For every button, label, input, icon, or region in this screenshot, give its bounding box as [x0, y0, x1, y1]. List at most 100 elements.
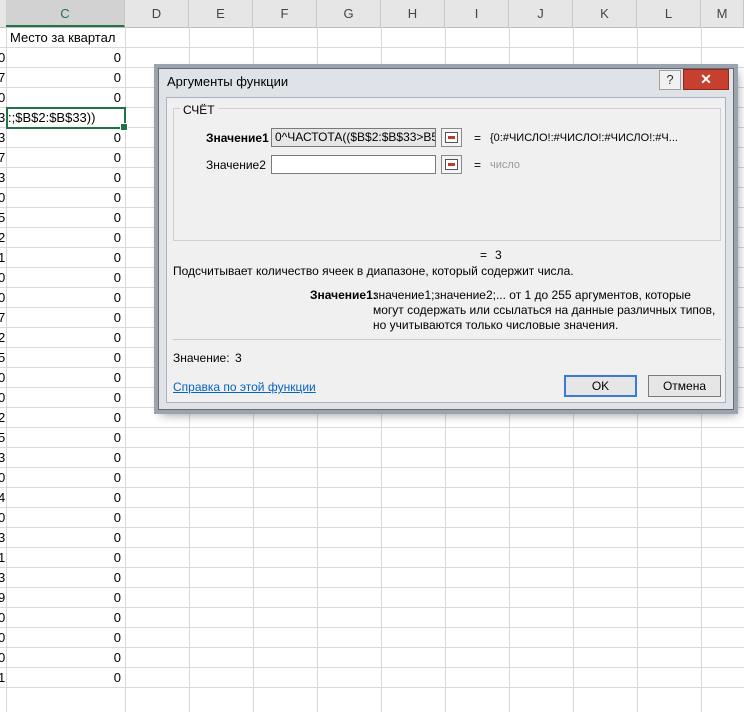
cell-value[interactable]: 0: [7, 188, 124, 207]
ok-button[interactable]: OK: [564, 375, 637, 397]
row-number[interactable]: 2: [0, 228, 6, 247]
cell-value[interactable]: 0: [7, 568, 124, 587]
cell-c1-header[interactable]: Место за квартал: [7, 28, 124, 47]
row-number[interactable]: 0: [0, 608, 6, 627]
row-number[interactable]: 0: [0, 388, 6, 407]
cell-value[interactable]: 0: [7, 668, 124, 687]
row-number[interactable]: 3: [0, 168, 6, 187]
row-number[interactable]: 0: [0, 368, 6, 387]
row-number[interactable]: 0: [0, 268, 6, 287]
cell-value[interactable]: 0: [7, 628, 124, 647]
row-number[interactable]: 7: [0, 308, 6, 327]
row-number[interactable]: 5: [0, 428, 6, 447]
row-number[interactable]: 0: [0, 188, 6, 207]
row-number[interactable]: 0: [0, 288, 6, 307]
column-header-c[interactable]: C: [6, 0, 125, 27]
close-button[interactable]: ✕: [683, 69, 729, 90]
row-number[interactable]: 5: [0, 208, 6, 227]
table-row: 90: [0, 588, 744, 608]
cancel-button[interactable]: Отмена: [648, 375, 721, 397]
cell-value[interactable]: 0: [7, 648, 124, 667]
function-group: СЧЁТ Значение1 0^ЧАСТОТА(($B$2:$B$33>B5)…: [173, 103, 721, 241]
arg1-label: Значение1: [206, 131, 269, 145]
function-help-link[interactable]: Справка по этой функции: [173, 380, 316, 394]
dialog-body: СЧЁТ Значение1 0^ЧАСТОТА(($B$2:$B$33>B5)…: [166, 97, 726, 403]
column-header-e[interactable]: E: [189, 0, 253, 27]
help-button[interactable]: ?: [659, 70, 681, 90]
row-number[interactable]: 1: [0, 668, 6, 687]
row-number[interactable]: 7: [0, 68, 6, 87]
active-cell[interactable]: :;$B$2:$B$33)): [6, 107, 128, 131]
cell-value[interactable]: 0: [7, 48, 124, 67]
cell-value[interactable]: 0: [7, 148, 124, 167]
table-row: 00: [0, 48, 744, 68]
column-header-i[interactable]: I: [445, 0, 509, 27]
row-number[interactable]: 0: [0, 628, 6, 647]
arg-desc-text: значение1;значение2;... от 1 до 255 аргу…: [373, 288, 716, 332]
function-description: Подсчитывает количество ячеек в диапазон…: [173, 264, 574, 278]
column-header-k[interactable]: K: [573, 0, 637, 27]
row-number[interactable]: 3: [0, 568, 6, 587]
column-header-d[interactable]: D: [125, 0, 189, 27]
table-row: 00: [0, 508, 744, 528]
cell-value[interactable]: 0: [7, 428, 124, 447]
row-number[interactable]: 0: [0, 468, 6, 487]
cell-value[interactable]: 0: [7, 528, 124, 547]
arg2-label: Значение2: [206, 158, 266, 172]
cell-value[interactable]: 0: [7, 588, 124, 607]
value-label: Значение:: [173, 351, 230, 365]
cell-value[interactable]: 0: [7, 328, 124, 347]
row-number[interactable]: 0: [0, 88, 6, 107]
arg1-equals: =: [474, 131, 482, 145]
arg2-result: число: [490, 159, 521, 171]
cell-value[interactable]: 0: [7, 288, 124, 307]
cell-value[interactable]: 0: [7, 128, 124, 147]
cell-value[interactable]: 0: [7, 268, 124, 287]
arg2-input[interactable]: [271, 155, 436, 174]
row-number[interactable]: 2: [0, 328, 6, 347]
column-header-g[interactable]: G: [317, 0, 381, 27]
row-number[interactable]: 7: [0, 148, 6, 167]
column-header-j[interactable]: J: [509, 0, 573, 27]
cell-value[interactable]: 0: [7, 368, 124, 387]
row-number[interactable]: 0: [0, 648, 6, 667]
fill-handle[interactable]: [120, 123, 128, 131]
row-number[interactable]: 2: [0, 408, 6, 427]
row-number[interactable]: 1: [0, 548, 6, 567]
cell-value[interactable]: 0: [7, 68, 124, 87]
arg2-collapse-button[interactable]: [441, 155, 462, 174]
cell-value[interactable]: 0: [7, 468, 124, 487]
cell-value[interactable]: 0: [7, 408, 124, 427]
row-number[interactable]: 3: [0, 528, 6, 547]
cell-value[interactable]: 0: [7, 228, 124, 247]
cell-value[interactable]: 0: [7, 88, 124, 107]
arg1-input[interactable]: 0^ЧАСТОТА(($B$2:$B$33>B5)*$: [271, 128, 436, 147]
column-header-h[interactable]: H: [381, 0, 445, 27]
row-number[interactable]: 3: [0, 448, 6, 467]
table-row: 00: [0, 608, 744, 628]
formula-equals: =: [480, 248, 488, 262]
row-number[interactable]: 5: [0, 348, 6, 367]
row-number[interactable]: 1: [0, 248, 6, 267]
row-number[interactable]: 4: [0, 488, 6, 507]
arg1-collapse-button[interactable]: [441, 128, 462, 147]
column-header-l[interactable]: L: [637, 0, 701, 27]
row-number[interactable]: 0: [0, 508, 6, 527]
cell-value[interactable]: 0: [7, 388, 124, 407]
cell-value[interactable]: 0: [7, 508, 124, 527]
column-header-f[interactable]: F: [253, 0, 317, 27]
column-header-m[interactable]: M: [701, 0, 744, 27]
row-number[interactable]: 0: [0, 48, 6, 67]
cell-value[interactable]: 0: [7, 308, 124, 327]
cell-value[interactable]: 0: [7, 488, 124, 507]
cell-value[interactable]: 0: [7, 248, 124, 267]
cell-value[interactable]: 0: [7, 548, 124, 567]
cell-value[interactable]: 0: [7, 348, 124, 367]
cell-value[interactable]: 0: [7, 608, 124, 627]
row-number[interactable]: 3: [0, 128, 6, 147]
row-number[interactable]: 9: [0, 588, 6, 607]
arg1-result: {0:#ЧИСЛО!:#ЧИСЛО!:#ЧИСЛО!:#Ч...: [490, 132, 678, 144]
cell-value[interactable]: 0: [7, 168, 124, 187]
cell-value[interactable]: 0: [7, 208, 124, 227]
cell-value[interactable]: 0: [7, 448, 124, 467]
